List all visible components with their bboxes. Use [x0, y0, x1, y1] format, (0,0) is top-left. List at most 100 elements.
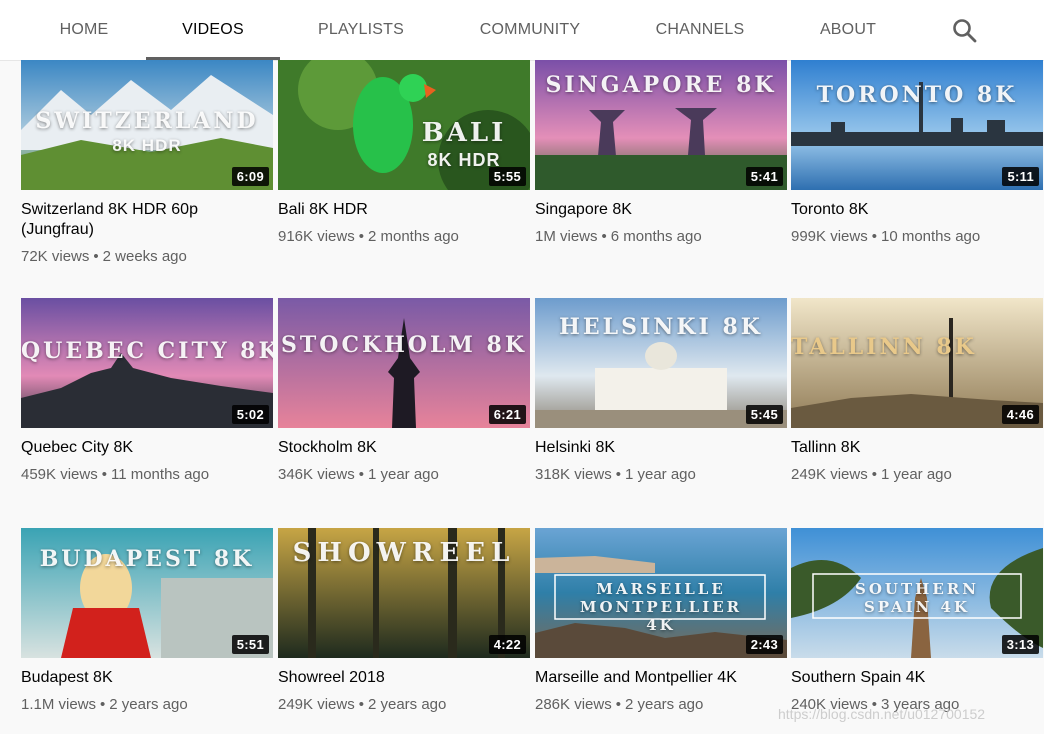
duration-badge: 5:51: [231, 635, 269, 654]
video-thumbnail[interactable]: SHOWREEL 4:22: [278, 528, 530, 658]
upload-age: 10 months ago: [880, 228, 981, 245]
duration-badge: 5:11: [1002, 167, 1039, 186]
video-meta: 346K views • 1 year ago: [278, 466, 530, 483]
duration-badge: 5:41: [745, 167, 783, 186]
thumbnail-text: TALLINN 8K: [791, 334, 977, 360]
upload-age: 1 year ago: [367, 466, 439, 483]
video-thumbnail[interactable]: STOCKHOLM 8K 6:21: [278, 298, 530, 428]
view-count: 318K views: [535, 466, 612, 483]
view-count: 1M views: [535, 228, 598, 245]
meta-separator: •: [358, 228, 364, 245]
video-meta: 318K views • 1 year ago: [535, 466, 787, 483]
meta-separator: •: [615, 696, 621, 713]
video-meta: 1.1M views • 2 years ago: [21, 696, 273, 713]
meta-separator: •: [871, 228, 877, 245]
thumbnail-text: BUDAPEST 8K: [39, 546, 255, 572]
video-thumbnail[interactable]: SOUTHERN SPAIN 4K 3:13: [791, 528, 1043, 658]
upload-age: 2 years ago: [624, 696, 704, 713]
thumbnail-text: SOUTHERN SPAIN 4K: [855, 580, 979, 616]
thumbnail-text: HELSINKI 8K: [559, 314, 763, 340]
video-title[interactable]: Stockholm 8K: [278, 438, 523, 458]
tab-videos[interactable]: VIDEOS: [146, 0, 280, 60]
video-card[interactable]: SHOWREEL 4:22 Showreel 2018 249K views • 2…: [278, 528, 530, 713]
video-thumbnail[interactable]: SWITZERLAND 8K HDR 6:09: [21, 60, 273, 190]
meta-separator: •: [358, 696, 364, 713]
video-title[interactable]: Budapest 8K: [21, 668, 266, 688]
video-card[interactable]: BUDAPEST 8K 5:51 Budapest 8K 1.1M views •…: [21, 528, 273, 713]
video-card[interactable]: QUEBEC CITY 8K 5:02 Quebec City 8K 459K …: [21, 298, 273, 483]
duration-badge: 4:46: [1001, 405, 1039, 424]
upload-age: 2 years ago: [109, 696, 188, 713]
video-title[interactable]: Quebec City 8K: [21, 438, 266, 458]
upload-age: 1 year ago: [880, 466, 952, 483]
view-count: 916K views: [278, 228, 355, 245]
video-meta: 1M views • 6 months ago: [535, 228, 787, 245]
video-card[interactable]: TORONTO 8K 5:11 Toronto 8K 999K views • 10…: [791, 60, 1043, 245]
view-count: 1.1M views: [21, 696, 97, 713]
meta-separator: •: [601, 228, 607, 245]
video-title[interactable]: Southern Spain 4K: [791, 668, 1036, 688]
view-count: 286K views: [535, 696, 612, 713]
video-thumbnail[interactable]: QUEBEC CITY 8K 5:02: [21, 298, 273, 428]
view-count: 249K views: [278, 696, 355, 713]
duration-badge: 3:13: [1001, 635, 1039, 654]
meta-separator: •: [101, 466, 107, 483]
video-thumbnail[interactable]: HELSINKI 8K 5:45: [535, 298, 787, 428]
thumbnail-text: TORONTO 8K: [816, 82, 1018, 108]
upload-age: 6 months ago: [610, 228, 702, 245]
video-meta: 459K views • 11 months ago: [21, 466, 273, 483]
upload-age: 11 months ago: [110, 466, 210, 483]
video-card[interactable]: HELSINKI 8K 5:45 Helsinki 8K 318K views •…: [535, 298, 787, 483]
video-title[interactable]: Showreel 2018: [278, 668, 523, 688]
video-title[interactable]: Toronto 8K: [791, 200, 1036, 220]
video-title[interactable]: Bali 8K HDR: [278, 200, 523, 220]
video-title[interactable]: Switzerland 8K HDR 60p (Jungfrau): [21, 200, 266, 240]
video-title[interactable]: Singapore 8K: [535, 200, 780, 220]
thumbnail-text: SINGAPORE 8K: [545, 72, 777, 98]
duration-badge: 2:43: [745, 635, 783, 654]
view-count: 72K views: [21, 248, 90, 265]
video-card[interactable]: BALI 8K HDR 5:55 Bali 8K HDR 916K views •…: [278, 60, 530, 245]
video-thumbnail[interactable]: TORONTO 8K 5:11: [791, 60, 1043, 190]
duration-badge: 5:45: [745, 405, 783, 424]
upload-age: 1 year ago: [624, 466, 696, 483]
video-title[interactable]: Marseille and Montpellier 4K: [535, 668, 780, 688]
view-count: 346K views: [278, 466, 355, 483]
meta-separator: •: [615, 466, 621, 483]
duration-badge: 6:09: [231, 167, 269, 186]
thumbnail-text: SWITZERLAND: [35, 108, 259, 134]
video-card[interactable]: STOCKHOLM 8K 6:21 Stockholm 8K 346K view…: [278, 298, 530, 483]
video-meta: 249K views • 2 years ago: [278, 696, 530, 713]
tab-community[interactable]: COMMUNITY: [462, 0, 598, 60]
video-thumbnail[interactable]: BALI 8K HDR 5:55: [278, 60, 530, 190]
video-title[interactable]: Helsinki 8K: [535, 438, 780, 458]
tab-about[interactable]: ABOUT: [802, 0, 894, 60]
view-count: 249K views: [791, 466, 868, 483]
video-thumbnail[interactable]: MARSEILLE MONTPELLIER 4K 2:43: [535, 528, 787, 658]
search-icon[interactable]: [950, 16, 980, 46]
meta-separator: •: [871, 466, 877, 483]
meta-separator: •: [93, 248, 99, 265]
upload-age: 2 weeks ago: [102, 248, 187, 265]
video-card[interactable]: SOUTHERN SPAIN 4K 3:13 Southern Spain 4K…: [791, 528, 1043, 713]
video-thumbnail[interactable]: BUDAPEST 8K 5:51: [21, 528, 273, 658]
upload-age: 2 years ago: [367, 696, 447, 713]
video-card[interactable]: SWITZERLAND 8K HDR 6:09 Switzerland 8K H…: [21, 60, 273, 265]
video-thumbnail[interactable]: SINGAPORE 8K 5:41: [535, 60, 787, 190]
video-meta: 916K views • 2 months ago: [278, 228, 530, 245]
video-title[interactable]: Tallinn 8K: [791, 438, 1036, 458]
video-card[interactable]: MARSEILLE MONTPELLIER 4K 2:43 Marseille …: [535, 528, 787, 713]
thumbnail-badge: 8K HDR: [112, 136, 182, 155]
duration-badge: 6:21: [488, 405, 526, 424]
tab-playlists[interactable]: PLAYLISTS: [302, 0, 420, 60]
video-card[interactable]: TALLINN 8K 4:46 Tallinn 8K 249K views • 1 …: [791, 298, 1043, 483]
meta-separator: •: [358, 466, 364, 483]
tab-home[interactable]: HOME: [44, 0, 124, 60]
thumbnail-text: BALI: [421, 118, 507, 148]
video-meta: 286K views • 2 years ago: [535, 696, 787, 713]
tab-channels[interactable]: CHANNELS: [640, 0, 760, 60]
thumbnail-text: STOCKHOLM 8K: [281, 332, 527, 358]
thumbnail-text: SHOWREEL: [292, 538, 516, 568]
video-thumbnail[interactable]: TALLINN 8K 4:46: [791, 298, 1043, 428]
video-card[interactable]: SINGAPORE 8K 5:41 Singapore 8K 1M views •…: [535, 60, 787, 245]
